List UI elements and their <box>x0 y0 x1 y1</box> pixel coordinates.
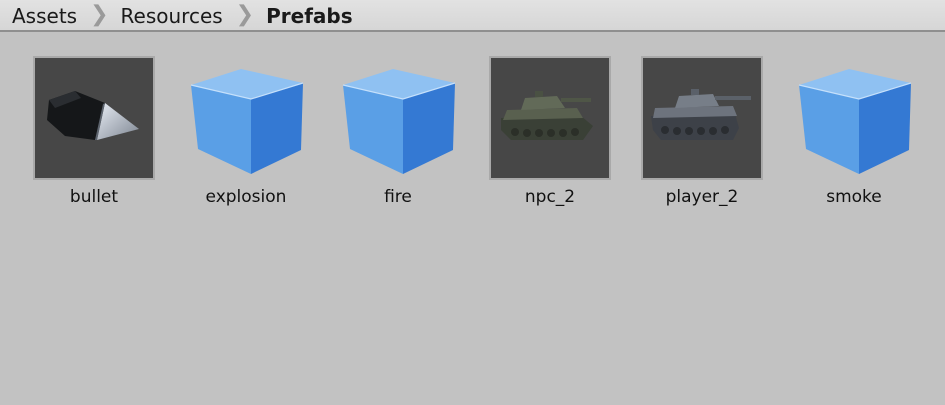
breadcrumb-assets[interactable]: Assets <box>12 5 77 26</box>
asset-label: fire <box>384 187 412 207</box>
asset-grid: bullet explosion fire npc_2 player_2 smo… <box>0 34 945 405</box>
asset-label: npc_2 <box>524 187 576 207</box>
asset-item-smoke[interactable]: smoke <box>778 56 918 216</box>
asset-item-player-2[interactable]: player_2 <box>626 56 766 216</box>
breadcrumb: Assets ❯ Resources ❯ Prefabs <box>0 0 945 32</box>
bullet-preview-thumbnail <box>33 56 155 180</box>
chevron-right-icon: ❯ <box>235 2 255 27</box>
tank-preview-thumbnail <box>641 56 763 180</box>
asset-item-bullet[interactable]: bullet <box>18 56 158 216</box>
breadcrumb-resources[interactable]: Resources <box>121 5 223 26</box>
prefab-cube-icon <box>185 56 307 180</box>
prefab-cube-icon <box>337 56 459 180</box>
chevron-right-icon: ❯ <box>90 2 109 27</box>
asset-label: player_2 <box>665 187 739 207</box>
tank-preview-thumbnail <box>489 56 611 180</box>
breadcrumb-prefabs[interactable]: Prefabs <box>266 5 353 26</box>
asset-item-explosion[interactable]: explosion <box>170 56 310 216</box>
asset-label: bullet <box>69 187 119 207</box>
asset-label: smoke <box>826 187 882 207</box>
asset-item-npc-2[interactable]: npc_2 <box>474 56 614 216</box>
prefab-cube-icon <box>793 56 915 180</box>
asset-item-fire[interactable]: fire <box>322 56 462 216</box>
asset-label: explosion <box>205 187 287 207</box>
